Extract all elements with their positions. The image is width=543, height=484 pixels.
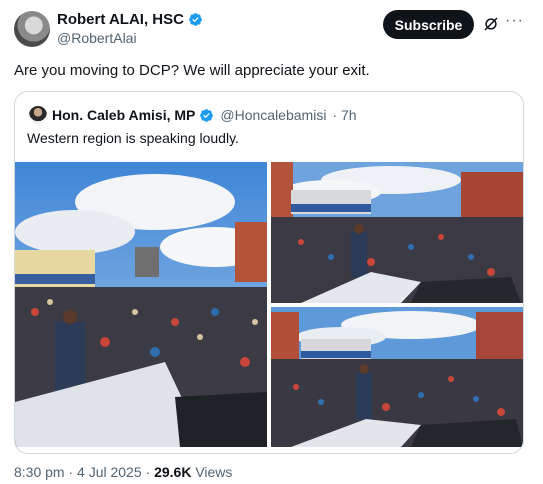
author-handle[interactable]: @RobertAlai xyxy=(57,30,137,46)
grok-icon[interactable] xyxy=(482,15,500,33)
tweet-timestamp[interactable]: 8:30 pm · 4 Jul 2025 · xyxy=(14,464,154,480)
quoted-text: Western region is speaking loudly. xyxy=(27,130,239,146)
author-name-row[interactable]: Robert ALAI, HSC xyxy=(57,11,203,28)
views-label: Views xyxy=(191,464,233,480)
crowd-photo-3[interactable] xyxy=(271,307,523,447)
verified-badge-icon xyxy=(200,108,214,122)
quoted-tweet[interactable]: Hon. Caleb Amisi, MP @Honcalebamisi · 7h… xyxy=(14,91,524,454)
tweet-text: Are you moving to DCP? We will appreciat… xyxy=(14,62,370,79)
author-name[interactable]: Robert ALAI, HSC xyxy=(57,11,184,28)
crowd-photo-1[interactable] xyxy=(15,162,267,447)
views-count: 29.6K xyxy=(154,464,192,480)
more-options-icon[interactable]: ··· xyxy=(505,12,524,30)
author-avatar[interactable] xyxy=(14,11,50,47)
quoted-author-handle[interactable]: @Honcalebamisi xyxy=(220,107,326,123)
quoted-timestamp[interactable]: · 7h xyxy=(332,107,356,123)
verified-badge-icon xyxy=(189,13,202,26)
tweet-meta: 8:30 pm · 4 Jul 2025 · 29.6K Views xyxy=(14,464,232,480)
quoted-header: Hon. Caleb Amisi, MP @Honcalebamisi · 7h xyxy=(52,107,357,123)
subscribe-button[interactable]: Subscribe xyxy=(383,10,474,39)
quoted-author-avatar[interactable] xyxy=(29,106,47,124)
crowd-photo-2[interactable] xyxy=(271,162,523,303)
media-grid xyxy=(15,162,523,447)
quoted-author-name[interactable]: Hon. Caleb Amisi, MP xyxy=(52,107,195,123)
